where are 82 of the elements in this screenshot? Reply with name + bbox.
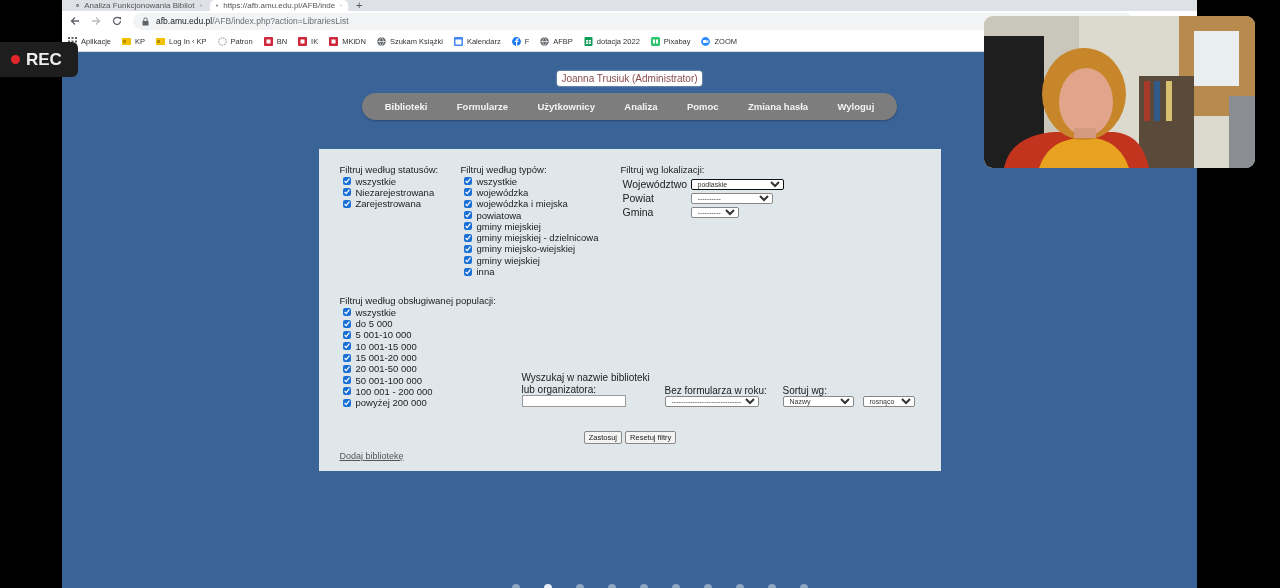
square-icon <box>650 36 660 46</box>
checkbox-label: gminy wiejskiej <box>476 254 540 266</box>
checkbox[interactable] <box>342 319 351 328</box>
checkbox[interactable] <box>342 330 351 339</box>
filter-title: Filtruj wg lokalizacji: <box>620 164 706 176</box>
checkbox[interactable] <box>342 308 351 317</box>
square-icon <box>263 36 273 46</box>
globe-icon <box>376 36 386 46</box>
checkbox-label: Zarejestrowana <box>355 198 421 210</box>
record-dot-icon <box>11 55 20 64</box>
checkbox-label: 10 001-15 000 <box>355 340 417 352</box>
square-icon <box>329 36 339 46</box>
field-label: Powiat <box>622 191 655 205</box>
checkbox[interactable] <box>463 233 472 242</box>
nav-link[interactable]: Wyloguj <box>837 101 875 112</box>
field-label: Województwo <box>622 177 689 191</box>
camera-icon <box>701 36 711 46</box>
field-label: Bez formularza w roku: <box>664 384 767 397</box>
calendar-icon <box>453 36 463 46</box>
nav-link[interactable]: Pomoc <box>686 101 719 112</box>
checkbox-label: powiatowa <box>476 209 522 221</box>
user-name-label: Joanna Trusiuk (Administrator) <box>557 71 702 86</box>
checkbox-label: gminy miejskiej <box>476 220 541 232</box>
filter-title: Filtruj według typów: <box>460 164 548 176</box>
checkbox[interactable] <box>463 267 472 276</box>
checkbox-label: powyżej 200 000 <box>355 397 427 409</box>
globe-icon <box>540 36 550 46</box>
field-label: Sortuj wg: <box>782 384 827 397</box>
checkbox[interactable] <box>342 376 351 385</box>
checkbox[interactable] <box>463 188 472 197</box>
nav-link[interactable]: Formularze <box>456 101 508 112</box>
checkbox-label: 20 001-50 000 <box>355 363 417 375</box>
nav-link[interactable]: Użytkownicy <box>537 101 595 112</box>
checkbox[interactable] <box>342 188 351 197</box>
checkbox[interactable] <box>342 387 351 396</box>
new-tab-button[interactable]: + <box>356 0 363 11</box>
checkbox-label: wojewódzka <box>476 186 529 198</box>
checkbox-label: do 5 000 <box>355 318 393 330</box>
forward-icon <box>91 16 101 26</box>
ring-icon <box>217 36 227 46</box>
square-icon <box>298 36 308 46</box>
checkbox-label: wszystkie <box>355 306 397 318</box>
filter-title: Filtruj według statusów: <box>339 164 440 176</box>
checkbox-label: 15 001-20 000 <box>355 352 417 363</box>
checkbox[interactable] <box>342 364 351 373</box>
checkbox[interactable] <box>342 342 351 351</box>
recording-label: REC <box>26 49 62 70</box>
nav-link[interactable]: Analiza <box>624 101 658 112</box>
add-library-link[interactable]: Dodaj bibliotekę <box>339 451 404 462</box>
filter-title: Filtruj według obsługiwanej populacji: <box>339 295 497 307</box>
checkbox[interactable] <box>463 256 472 265</box>
spreadsheet-icon <box>583 36 593 46</box>
browser-tab[interactable]: Analiza Funkcjonowania Bibliot <box>70 0 208 11</box>
reload-icon <box>112 16 122 26</box>
checkbox[interactable] <box>342 353 351 362</box>
checkbox[interactable] <box>342 398 351 407</box>
checkbox[interactable] <box>463 211 472 220</box>
nav-link[interactable]: Biblioteki <box>384 101 428 112</box>
checkbox-label: wszystkie <box>476 175 518 187</box>
checkbox-label: 5 001-10 000 <box>355 329 412 341</box>
checkbox-label: Niezarejestrowana <box>355 186 435 198</box>
back-icon <box>70 16 80 26</box>
browser-tab[interactable]: https://afb.amu.edu.pl/AFB/inde <box>210 0 348 11</box>
nav-link[interactable]: Zmiana hasła <box>747 101 809 112</box>
checkbox-label: wojewódzka i miejska <box>476 198 568 210</box>
checkbox-label: 50 001-100 000 <box>355 374 423 386</box>
checkbox[interactable] <box>342 199 351 208</box>
checkbox-label: wszystkie <box>355 175 397 187</box>
field-label: Gmina <box>622 205 655 219</box>
checkbox[interactable] <box>463 222 472 231</box>
checkbox-label: gminy miejsko-wiejskiej <box>476 243 576 255</box>
lock-icon <box>142 16 149 26</box>
checkbox-label: inna <box>476 266 495 277</box>
checkbox-label: 100 001 - 200 000 <box>355 385 433 397</box>
checkbox[interactable] <box>463 199 472 208</box>
checkbox[interactable] <box>463 244 472 253</box>
field-label: Wyszukaj w nazwie biblioteki lub organizatora: <box>521 372 651 396</box>
letter-f-circle-icon <box>511 36 521 46</box>
checkbox-label: gminy miejskiej - dzielnicowa <box>476 232 599 244</box>
checkbox[interactable] <box>463 177 472 186</box>
checkbox[interactable] <box>342 177 351 186</box>
search-field[interactable] <box>521 395 626 408</box>
